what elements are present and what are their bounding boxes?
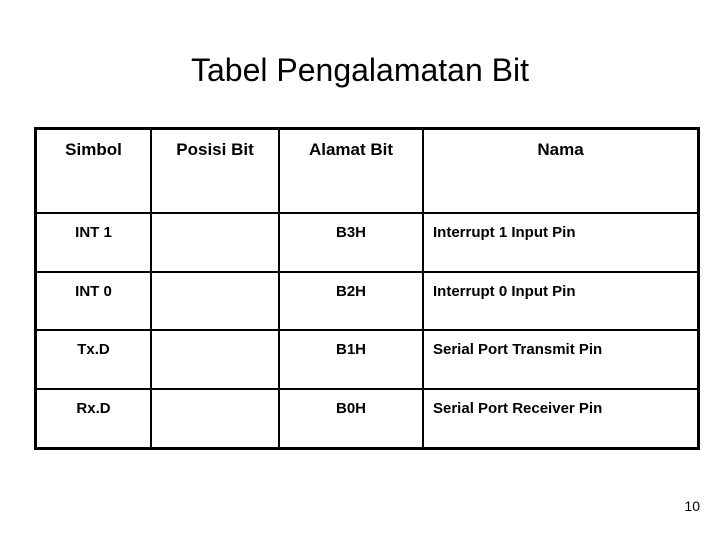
- table-body: INT 1 B3H Interrupt 1 Input Pin INT 0 B2…: [37, 213, 697, 447]
- page-number: 10: [684, 498, 700, 514]
- cell-simbol: INT 0: [37, 271, 152, 331]
- cell-nama: Serial Port Receiver Pin: [423, 388, 697, 447]
- cell-nama: Interrupt 1 Input Pin: [423, 213, 697, 273]
- cell-alamat-bit: B1H: [279, 330, 424, 390]
- table-row: Rx.D B0H Serial Port Receiver Pin: [37, 388, 697, 447]
- table-row: INT 0 B2H Interrupt 0 Input Pin: [37, 271, 697, 331]
- cell-alamat-bit: B3H: [279, 213, 424, 273]
- bit-addressing-table: Simbol Posisi Bit Alamat Bit Nama INT 1 …: [34, 127, 700, 450]
- cell-alamat-bit: B0H: [279, 388, 424, 447]
- cell-alamat-bit: B2H: [279, 271, 424, 331]
- column-header-nama: Nama: [423, 130, 697, 214]
- cell-simbol: Tx.D: [37, 330, 152, 390]
- table-row: INT 1 B3H Interrupt 1 Input Pin: [37, 213, 697, 273]
- table: Simbol Posisi Bit Alamat Bit Nama INT 1 …: [37, 130, 697, 447]
- column-header-posisi-bit: Posisi Bit: [151, 130, 280, 214]
- cell-nama: Interrupt 0 Input Pin: [423, 271, 697, 331]
- cell-simbol: INT 1: [37, 213, 152, 273]
- cell-nama: Serial Port Transmit Pin: [423, 330, 697, 390]
- table-row: Tx.D B1H Serial Port Transmit Pin: [37, 330, 697, 390]
- cell-simbol: Rx.D: [37, 388, 152, 447]
- slide: Tabel Pengalamatan Bit Simbol Posisi Bit…: [0, 0, 720, 540]
- page-title: Tabel Pengalamatan Bit: [191, 52, 529, 88]
- cell-posisi-bit: [151, 388, 280, 447]
- column-header-simbol: Simbol: [37, 130, 152, 214]
- table-header: Simbol Posisi Bit Alamat Bit Nama: [37, 130, 697, 214]
- column-header-alamat-bit: Alamat Bit: [279, 130, 424, 214]
- cell-posisi-bit: [151, 271, 280, 331]
- cell-posisi-bit: [151, 213, 280, 273]
- table-header-row: Simbol Posisi Bit Alamat Bit Nama: [37, 130, 697, 214]
- cell-posisi-bit: [151, 330, 280, 390]
